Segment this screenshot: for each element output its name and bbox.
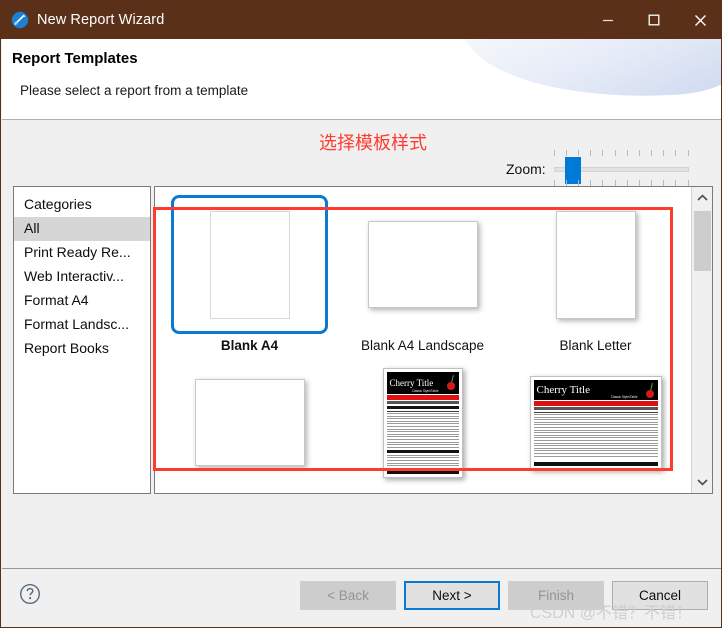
zoom-slider[interactable] <box>553 147 689 191</box>
report-preview-title: Cherry Title <box>389 377 434 388</box>
template-item-blank-landscape-2[interactable] <box>163 353 336 493</box>
template-thumbnail-blank-letter[interactable] <box>517 195 674 334</box>
template-thumbnail-cherry-landscape[interactable]: Cherry Title Classic Style/Table <box>517 353 674 492</box>
category-item-format-a4[interactable]: Format A4 <box>14 289 150 313</box>
report-preview-accent-bar <box>533 400 658 406</box>
chevron-down-icon[interactable] <box>692 471 712 493</box>
page-preview-landscape <box>194 379 305 466</box>
report-preview-header: Cherry Title Classic Style/Table <box>386 371 459 394</box>
report-preview-subtitle: Classic Style/Table <box>610 394 638 399</box>
next-button[interactable]: Next > <box>404 581 500 610</box>
scrollbar-thumb[interactable] <box>694 211 711 271</box>
annotation-text: 选择模板样式 <box>319 133 427 153</box>
zoom-label: Zoom: <box>506 161 546 177</box>
zoom-control: Zoom: <box>506 147 689 191</box>
report-preview-cherry-landscape: Cherry Title Classic Style/Table <box>529 375 662 470</box>
template-thumbnail-cherry-portrait[interactable]: Cherry Title Classic Style/Table <box>344 353 501 492</box>
report-preview-footer <box>533 461 658 466</box>
template-label: Blank A4 <box>220 338 279 353</box>
back-button[interactable]: < Back <box>300 581 396 610</box>
templates-grid: Blank A4 Blank A4 Landscape Blank Letter <box>155 187 692 493</box>
template-label: Blank Letter <box>559 338 632 353</box>
report-wizard-icon <box>11 11 29 29</box>
maximize-button[interactable] <box>631 1 677 39</box>
close-button[interactable] <box>677 1 721 39</box>
window-title: New Report Wizard <box>37 12 165 28</box>
dialog-button-bar: < Back Next > Finish Cancel <box>292 581 708 610</box>
report-preview-rows <box>386 405 459 467</box>
cherry-image-icon <box>642 380 657 400</box>
report-preview-title: Cherry Title <box>536 383 590 396</box>
report-preview-cherry-portrait: Cherry Title Classic Style/Table <box>382 367 463 478</box>
template-item-blank-a4-landscape[interactable]: Blank A4 Landscape <box>336 195 509 353</box>
category-item-report-books[interactable]: Report Books <box>14 337 150 361</box>
report-preview-column-header <box>386 400 459 404</box>
template-thumbnail-blank-a4[interactable] <box>171 195 328 334</box>
cherry-image-icon <box>443 372 458 392</box>
cancel-button[interactable]: Cancel <box>612 581 708 610</box>
page-title: Report Templates <box>12 50 138 67</box>
report-preview-footer <box>386 469 459 474</box>
header-decoration-swoosh <box>457 39 721 110</box>
report-preview-column-header <box>533 406 658 410</box>
template-thumbnail-blank-a4-landscape[interactable] <box>344 195 501 334</box>
help-question-icon[interactable] <box>19 583 41 605</box>
template-thumbnail-blank-landscape-2[interactable] <box>171 353 328 492</box>
category-item-all[interactable]: All <box>14 217 150 241</box>
report-preview-rows <box>533 411 658 457</box>
template-label: Blank A4 Landscape <box>360 338 485 353</box>
category-item-format-landscape[interactable]: Format Landsc... <box>14 313 150 337</box>
template-item-blank-letter[interactable]: Blank Letter <box>509 195 682 353</box>
template-item-cherry-portrait[interactable]: Cherry Title Classic Style/Table <box>336 353 509 493</box>
report-preview-accent-bar <box>386 394 459 400</box>
categories-list[interactable]: Categories All Print Ready Re... Web Int… <box>13 186 151 494</box>
new-report-wizard-dialog: New Report Wizard Report Templates Pleas… <box>0 0 722 628</box>
template-item-blank-a4[interactable]: Blank A4 <box>163 195 336 353</box>
templates-row: Cherry Title Classic Style/Table Cherry … <box>163 353 692 493</box>
template-item-cherry-landscape[interactable]: Cherry Title Classic Style/Table <box>509 353 682 493</box>
report-preview-header: Cherry Title Classic Style/Table <box>533 379 658 400</box>
title-bar: New Report Wizard <box>1 1 721 39</box>
report-preview-subtitle: Classic Style/Table <box>411 388 439 393</box>
templates-scrollbar[interactable] <box>691 187 712 493</box>
page-subtitle: Please select a report from a template <box>20 83 249 98</box>
page-preview-landscape <box>367 221 478 308</box>
templates-panel: Blank A4 Blank A4 Landscape Blank Letter <box>154 186 713 494</box>
chevron-up-icon[interactable] <box>692 187 712 209</box>
templates-row: Blank A4 Blank A4 Landscape Blank Letter <box>163 195 692 353</box>
category-item-web-interactive[interactable]: Web Interactiv... <box>14 265 150 289</box>
zoom-ticks-top <box>553 150 689 156</box>
page-preview-portrait <box>209 210 290 319</box>
finish-button[interactable]: Finish <box>508 581 604 610</box>
page-preview-portrait <box>555 210 636 319</box>
wizard-header: Report Templates Please select a report … <box>2 39 721 120</box>
categories-header: Categories <box>24 196 92 212</box>
category-item-print-ready[interactable]: Print Ready Re... <box>14 241 150 265</box>
minimize-button[interactable] <box>585 1 631 39</box>
